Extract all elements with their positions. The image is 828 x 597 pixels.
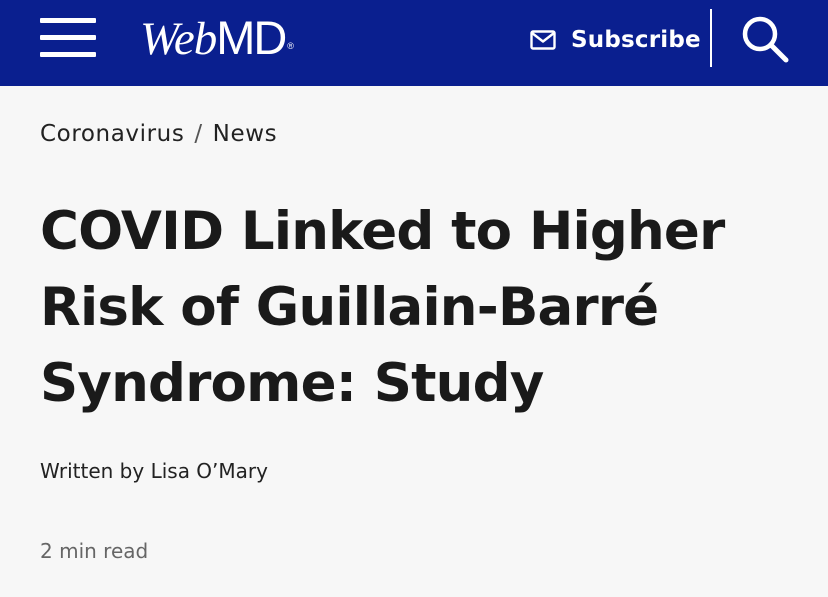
header-divider <box>710 9 712 67</box>
breadcrumb-link-news[interactable]: News <box>213 121 278 147</box>
hamburger-menu-icon[interactable] <box>40 18 96 58</box>
menu-line <box>40 18 96 23</box>
subscribe-button[interactable]: Subscribe <box>530 20 701 60</box>
article-headline: COVID Linked to Higher Risk of Guillain-… <box>40 201 725 414</box>
read-time: 2 min read <box>40 539 149 563</box>
breadcrumb-separator: / <box>194 121 203 147</box>
breadcrumb-link-coronavirus[interactable]: Coronavirus <box>40 121 184 147</box>
breadcrumb: Coronavirus / News <box>40 121 277 147</box>
mail-icon <box>530 30 556 50</box>
author-name: Lisa O’Mary <box>150 459 268 483</box>
search-icon <box>742 16 789 63</box>
top-navigation-bar: WebMD ® Subscribe <box>0 0 828 86</box>
menu-line <box>40 35 96 40</box>
search-button[interactable] <box>740 14 790 64</box>
subscribe-label: Subscribe <box>571 27 701 53</box>
webmd-logo[interactable]: WebMD ® <box>140 10 294 66</box>
logo-web-text: Web <box>140 13 217 65</box>
byline-prefix: Written by <box>40 459 145 483</box>
article-byline: Written by Lisa O’Mary <box>40 459 268 483</box>
logo-registered-mark: ® <box>287 41 294 51</box>
logo-md-text: MD <box>216 11 287 64</box>
menu-line <box>40 52 96 57</box>
